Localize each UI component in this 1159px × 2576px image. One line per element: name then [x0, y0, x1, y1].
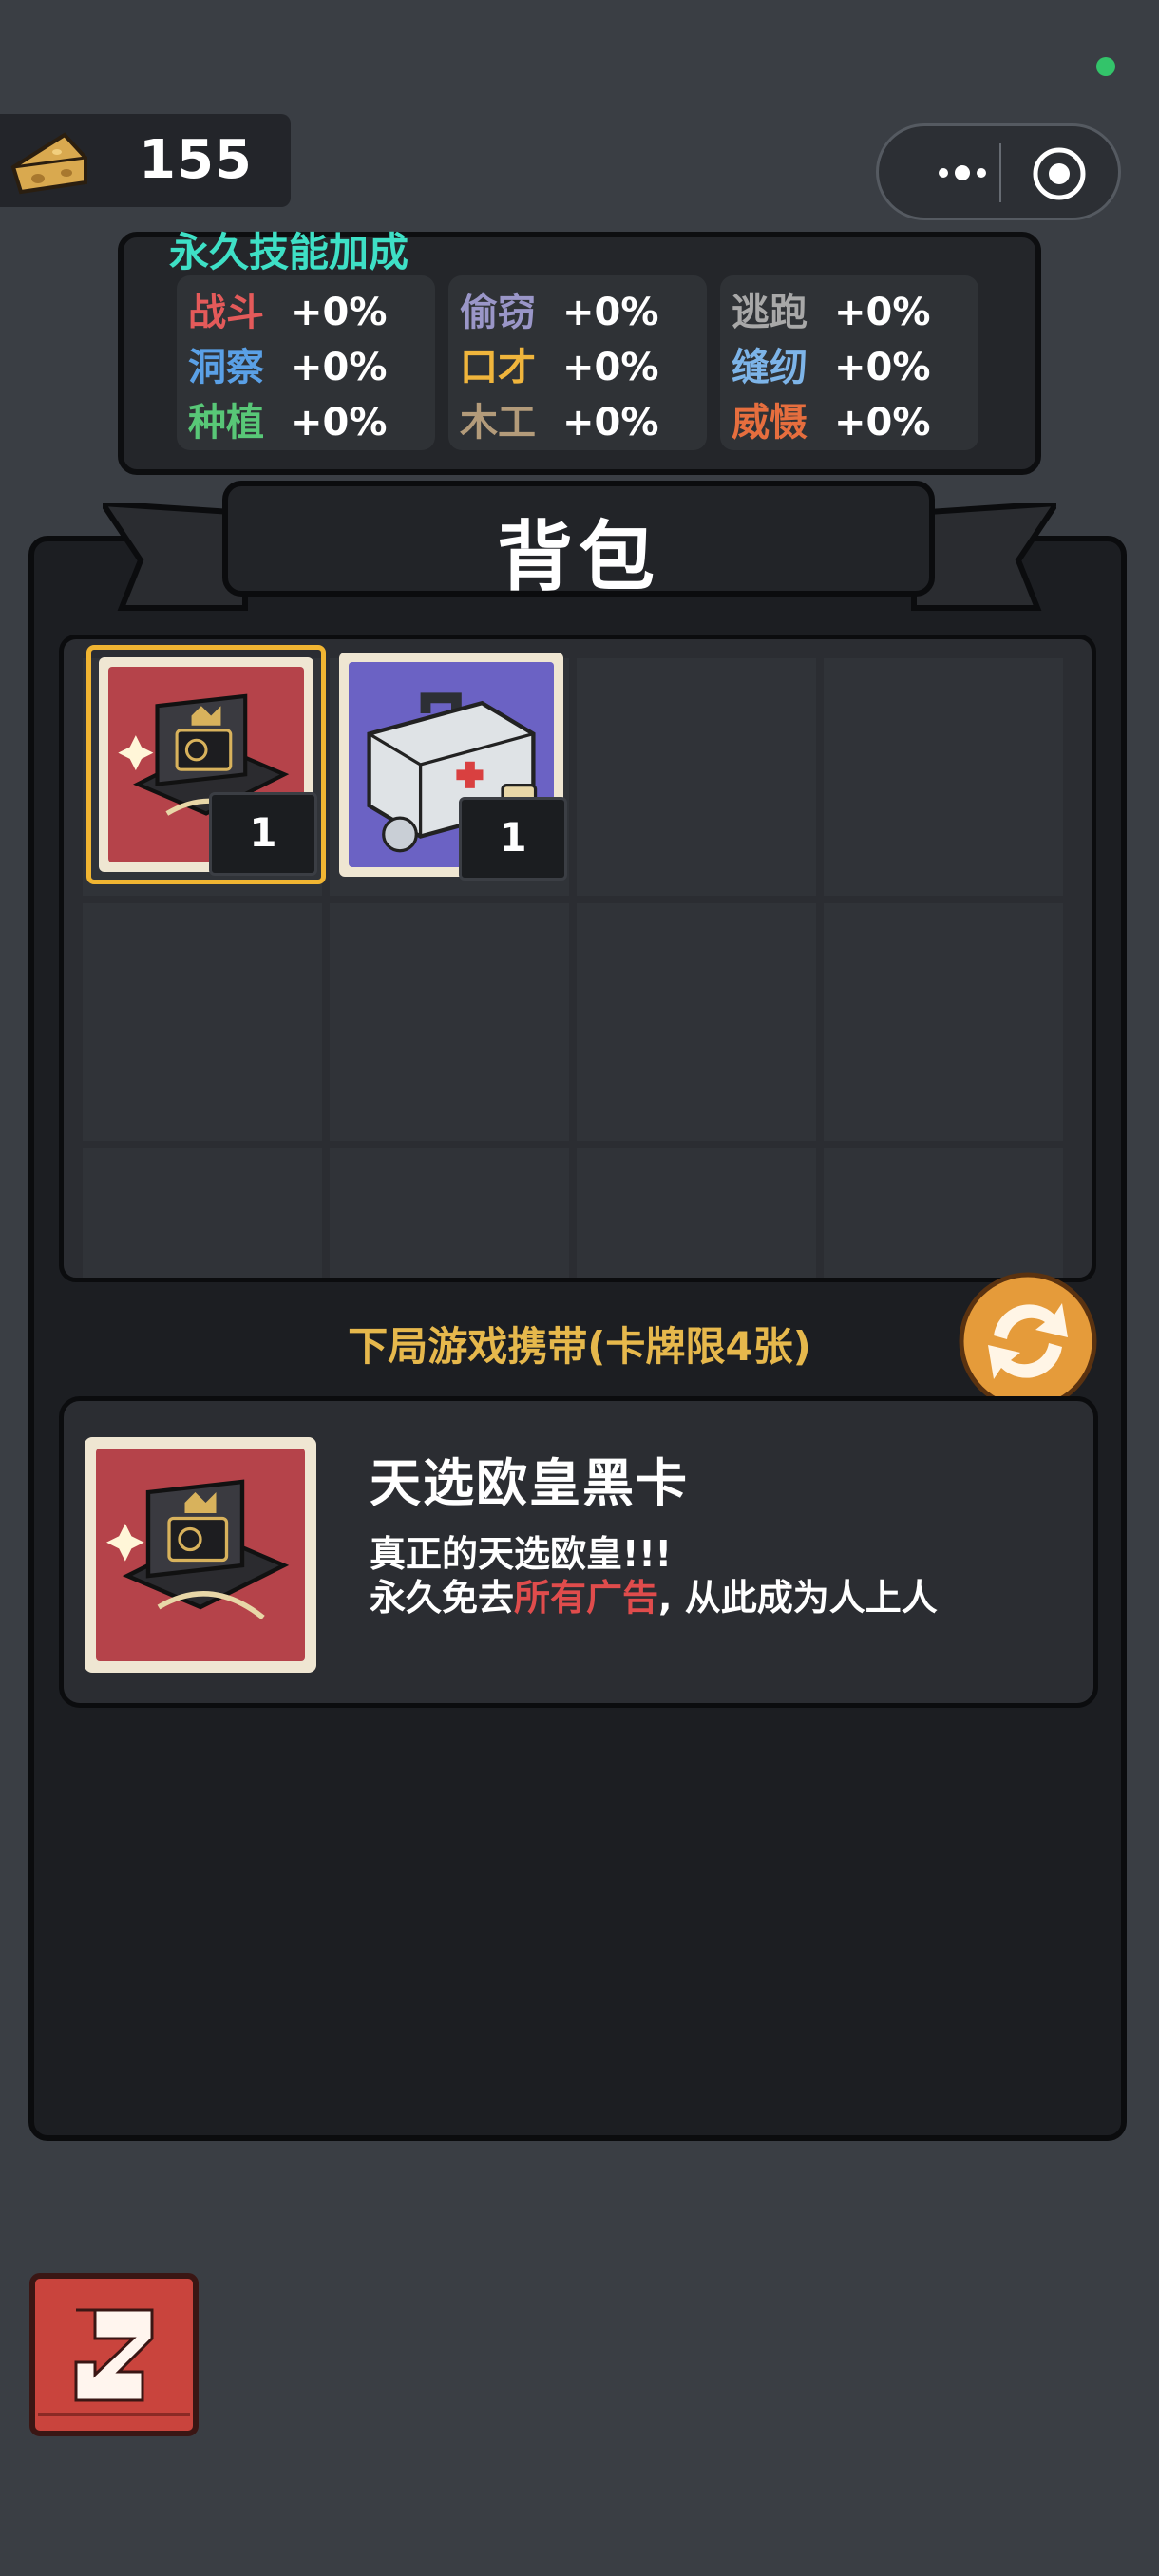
skill-row: 木工 +0% [460, 391, 658, 445]
inventory-grid: 1 1 [59, 635, 1096, 1282]
skill-row: 口才 +0% [460, 336, 658, 389]
skill-name: 口才 [460, 346, 536, 389]
backpack-title: 背包 [497, 513, 660, 601]
skill-row: 种植 +0% [188, 391, 387, 445]
status-indicator [1096, 57, 1115, 76]
skill-value: +0% [291, 401, 388, 445]
skill-row: 逃跑 +0% [732, 281, 930, 334]
inventory-slot[interactable] [824, 1148, 1063, 1278]
description-line: 永久免去所有广告, 从此成为人上人 [370, 1576, 938, 1619]
inventory-slot[interactable] [330, 903, 569, 1141]
item-quantity: 1 [459, 797, 567, 881]
back-button[interactable] [28, 2272, 200, 2441]
description-text: 永久免去 [370, 1577, 515, 1619]
item-detail-panel: 天选欧皇黑卡 真正的天选欧皇!!! 永久免去所有广告, 从此成为人上人 [59, 1396, 1098, 1708]
inventory-slot[interactable] [824, 903, 1063, 1141]
skill-name: 偷窃 [460, 291, 536, 334]
more-dots-icon[interactable] [926, 149, 998, 197]
skill-row: 缝纫 +0% [732, 336, 930, 389]
skill-column: 战斗 +0% 洞察 +0% 种植 +0% [177, 275, 435, 450]
capsule-divider [999, 143, 1001, 202]
skill-column: 逃跑 +0% 缝纫 +0% 威慑 +0% [720, 275, 978, 450]
inventory-slot[interactable] [824, 658, 1063, 896]
skill-value: +0% [834, 401, 931, 445]
skill-name: 洞察 [188, 346, 264, 389]
inventory-slot[interactable] [83, 1148, 322, 1278]
skill-value: +0% [834, 346, 931, 389]
inventory-slot[interactable] [330, 1148, 569, 1278]
black-card-icon [96, 1449, 305, 1661]
skill-row: 洞察 +0% [188, 336, 387, 389]
inventory-slot[interactable] [577, 658, 816, 896]
inventory-slot[interactable] [83, 903, 322, 1141]
skill-value: +0% [562, 346, 659, 389]
skill-value: +0% [562, 291, 659, 334]
inventory-slot[interactable] [577, 903, 816, 1141]
skill-row: 偷窃 +0% [460, 281, 658, 334]
detail-item-description: 真正的天选欧皇!!! 永久免去所有广告, 从此成为人上人 [370, 1532, 938, 1619]
item-quantity: 1 [209, 792, 317, 876]
skill-row: 战斗 +0% [188, 281, 387, 334]
skill-name: 木工 [460, 401, 536, 445]
detail-card-frame [85, 1437, 316, 1673]
skill-value: +0% [562, 401, 659, 445]
close-target-icon[interactable] [1031, 145, 1088, 202]
skill-name: 战斗 [188, 291, 264, 334]
skill-value: +0% [291, 346, 388, 389]
skill-bonus-title: 永久技能加成 [169, 229, 409, 275]
skill-name: 逃跑 [732, 291, 808, 334]
skill-value: +0% [834, 291, 931, 334]
inventory-slot[interactable] [577, 1148, 816, 1278]
description-highlight: 所有广告 [514, 1577, 659, 1619]
skill-value: +0% [291, 291, 388, 334]
skill-name: 威慑 [732, 401, 808, 445]
currency-bar: 155 [0, 114, 291, 207]
skill-bonus-panel: 永久技能加成 战斗 +0% 洞察 +0% 种植 +0% 偷窃 +0% 口才 +0% 木工 +… [118, 229, 1041, 475]
backpack-title-plate: 背包 [222, 481, 935, 601]
skill-row: 威慑 +0% [732, 391, 930, 445]
currency-value: 155 [139, 129, 253, 191]
description-text: , 从此成为人上人 [658, 1577, 938, 1619]
refresh-button[interactable] [956, 1269, 1100, 1413]
miniprogram-capsule [876, 123, 1121, 220]
description-line: 真正的天选欧皇!!! [370, 1533, 672, 1575]
skill-name: 种植 [188, 401, 264, 445]
item-card-black-card[interactable]: 1 [86, 645, 326, 884]
skill-column: 偷窃 +0% 口才 +0% 木工 +0% [448, 275, 707, 450]
cheese-icon [10, 132, 87, 195]
item-card-medkit[interactable]: 1 [332, 645, 571, 884]
skill-name: 缝纫 [732, 346, 808, 389]
detail-item-name: 天选欧皇黑卡 [370, 1453, 689, 1513]
